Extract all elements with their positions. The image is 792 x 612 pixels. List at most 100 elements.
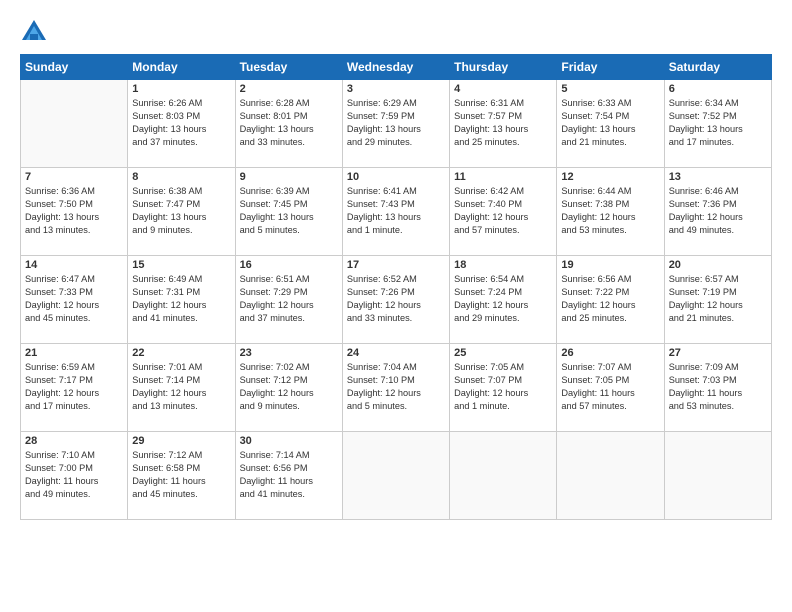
day-number: 21 [25, 347, 123, 359]
page: SundayMondayTuesdayWednesdayThursdayFrid… [0, 0, 792, 612]
day-number: 24 [347, 347, 445, 359]
calendar-cell [21, 80, 128, 168]
day-info: Sunrise: 6:28 AM Sunset: 8:01 PM Dayligh… [240, 97, 338, 149]
day-info: Sunrise: 6:56 AM Sunset: 7:22 PM Dayligh… [561, 273, 659, 325]
day-number: 5 [561, 83, 659, 95]
day-number: 16 [240, 259, 338, 271]
day-info: Sunrise: 6:49 AM Sunset: 7:31 PM Dayligh… [132, 273, 230, 325]
calendar-week-2: 7 Sunrise: 6:36 AM Sunset: 7:50 PM Daylig… [21, 168, 772, 256]
calendar-header-friday: Friday [557, 55, 664, 80]
calendar-cell: 29Sunrise: 7:12 AM Sunset: 6:58 PM Dayli… [128, 432, 235, 520]
day-number: 12 [561, 171, 659, 183]
day-number: 7 [25, 171, 123, 183]
day-number: 17 [347, 259, 445, 271]
calendar-header-sunday: Sunday [21, 55, 128, 80]
day-number: 27 [669, 347, 767, 359]
day-info: Sunrise: 6:42 AM Sunset: 7:40 PM Dayligh… [454, 185, 552, 237]
calendar-week-3: 14 Sunrise: 6:47 AM Sunset: 7:33 PM Dayli… [21, 256, 772, 344]
calendar-cell: 18 Sunrise: 6:54 AM Sunset: 7:24 PM Dayli… [450, 256, 557, 344]
day-info: Sunrise: 6:47 AM Sunset: 7:33 PM Dayligh… [25, 273, 123, 325]
calendar-cell: 28 Sunrise: 7:10 AM Sunset: 7:00 PM Dayli… [21, 432, 128, 520]
day-info: Sunrise: 6:39 AM Sunset: 7:45 PM Dayligh… [240, 185, 338, 237]
calendar-week-5: 28 Sunrise: 7:10 AM Sunset: 7:00 PM Dayli… [21, 432, 772, 520]
day-number: 14 [25, 259, 123, 271]
calendar-cell: 20 Sunrise: 6:57 AM Sunset: 7:19 PM Dayli… [664, 256, 771, 344]
calendar-cell: 6 Sunrise: 6:34 AM Sunset: 7:52 PM Daylig… [664, 80, 771, 168]
day-number: 25 [454, 347, 552, 359]
day-number: 22 [132, 347, 230, 359]
calendar-cell: 19Sunrise: 6:56 AM Sunset: 7:22 PM Dayli… [557, 256, 664, 344]
logo-icon [20, 18, 48, 46]
day-number: 15 [132, 259, 230, 271]
calendar-cell: 22 Sunrise: 7:01 AM Sunset: 7:14 PM Dayli… [128, 344, 235, 432]
day-number: 9 [240, 171, 338, 183]
day-number: 10 [347, 171, 445, 183]
calendar-cell: 9 Sunrise: 6:39 AM Sunset: 7:45 PM Daylig… [235, 168, 342, 256]
day-info: Sunrise: 7:10 AM Sunset: 7:00 PM Dayligh… [25, 449, 123, 501]
calendar-header-thursday: Thursday [450, 55, 557, 80]
day-number: 28 [25, 435, 123, 447]
calendar-cell: 17 Sunrise: 6:52 AM Sunset: 7:26 PM Dayli… [342, 256, 449, 344]
calendar-cell: 10 Sunrise: 6:41 AM Sunset: 7:43 PM Dayli… [342, 168, 449, 256]
day-info: Sunrise: 6:46 AM Sunset: 7:36 PM Dayligh… [669, 185, 767, 237]
calendar-cell: 21 Sunrise: 6:59 AM Sunset: 7:17 PM Dayli… [21, 344, 128, 432]
day-info: Sunrise: 7:02 AM Sunset: 7:12 PM Dayligh… [240, 361, 338, 413]
day-info: Sunrise: 6:41 AM Sunset: 7:43 PM Dayligh… [347, 185, 445, 237]
calendar-cell: 3 Sunrise: 6:29 AM Sunset: 7:59 PM Daylig… [342, 80, 449, 168]
day-number: 23 [240, 347, 338, 359]
day-info: Sunrise: 6:44 AM Sunset: 7:38 PM Dayligh… [561, 185, 659, 237]
calendar-cell [664, 432, 771, 520]
day-number: 4 [454, 83, 552, 95]
day-number: 29 [132, 435, 230, 447]
calendar-cell: 2 Sunrise: 6:28 AM Sunset: 8:01 PM Daylig… [235, 80, 342, 168]
calendar-cell: 16 Sunrise: 6:51 AM Sunset: 7:29 PM Dayli… [235, 256, 342, 344]
day-info: Sunrise: 6:57 AM Sunset: 7:19 PM Dayligh… [669, 273, 767, 325]
calendar-header-monday: Monday [128, 55, 235, 80]
day-number: 3 [347, 83, 445, 95]
day-number: 20 [669, 259, 767, 271]
calendar: SundayMondayTuesdayWednesdayThursdayFrid… [20, 54, 772, 520]
day-info: Sunrise: 7:05 AM Sunset: 7:07 PM Dayligh… [454, 361, 552, 413]
calendar-cell: 30Sunrise: 7:14 AM Sunset: 6:56 PM Dayli… [235, 432, 342, 520]
day-info: Sunrise: 6:51 AM Sunset: 7:29 PM Dayligh… [240, 273, 338, 325]
day-number: 18 [454, 259, 552, 271]
calendar-cell: 27 Sunrise: 7:09 AM Sunset: 7:03 PM Dayli… [664, 344, 771, 432]
calendar-cell [342, 432, 449, 520]
day-info: Sunrise: 7:04 AM Sunset: 7:10 PM Dayligh… [347, 361, 445, 413]
day-info: Sunrise: 7:07 AM Sunset: 7:05 PM Dayligh… [561, 361, 659, 413]
day-info: Sunrise: 7:09 AM Sunset: 7:03 PM Dayligh… [669, 361, 767, 413]
day-info: Sunrise: 6:38 AM Sunset: 7:47 PM Dayligh… [132, 185, 230, 237]
calendar-cell: 25 Sunrise: 7:05 AM Sunset: 7:07 PM Dayli… [450, 344, 557, 432]
calendar-header-tuesday: Tuesday [235, 55, 342, 80]
day-info: Sunrise: 6:26 AM Sunset: 8:03 PM Dayligh… [132, 97, 230, 149]
calendar-cell: 14 Sunrise: 6:47 AM Sunset: 7:33 PM Dayli… [21, 256, 128, 344]
day-info: Sunrise: 6:34 AM Sunset: 7:52 PM Dayligh… [669, 97, 767, 149]
calendar-header-saturday: Saturday [664, 55, 771, 80]
calendar-cell: 23 Sunrise: 7:02 AM Sunset: 7:12 PM Dayli… [235, 344, 342, 432]
calendar-cell: 12 Sunrise: 6:44 AM Sunset: 7:38 PM Dayli… [557, 168, 664, 256]
calendar-cell: 26Sunrise: 7:07 AM Sunset: 7:05 PM Dayli… [557, 344, 664, 432]
calendar-cell: 8 Sunrise: 6:38 AM Sunset: 7:47 PM Daylig… [128, 168, 235, 256]
day-info: Sunrise: 6:54 AM Sunset: 7:24 PM Dayligh… [454, 273, 552, 325]
day-number: 30 [240, 435, 338, 447]
day-number: 11 [454, 171, 552, 183]
calendar-cell: 24 Sunrise: 7:04 AM Sunset: 7:10 PM Dayli… [342, 344, 449, 432]
calendar-week-4: 21 Sunrise: 6:59 AM Sunset: 7:17 PM Dayli… [21, 344, 772, 432]
day-info: Sunrise: 6:31 AM Sunset: 7:57 PM Dayligh… [454, 97, 552, 149]
calendar-cell: 1 Sunrise: 6:26 AM Sunset: 8:03 PM Daylig… [128, 80, 235, 168]
day-info: Sunrise: 7:01 AM Sunset: 7:14 PM Dayligh… [132, 361, 230, 413]
day-info: Sunrise: 6:36 AM Sunset: 7:50 PM Dayligh… [25, 185, 123, 237]
day-info: Sunrise: 6:59 AM Sunset: 7:17 PM Dayligh… [25, 361, 123, 413]
calendar-header-row: SundayMondayTuesdayWednesdayThursdayFrid… [21, 55, 772, 80]
calendar-cell: 7 Sunrise: 6:36 AM Sunset: 7:50 PM Daylig… [21, 168, 128, 256]
calendar-cell [557, 432, 664, 520]
day-number: 6 [669, 83, 767, 95]
day-number: 8 [132, 171, 230, 183]
calendar-header-wednesday: Wednesday [342, 55, 449, 80]
day-info: Sunrise: 6:29 AM Sunset: 7:59 PM Dayligh… [347, 97, 445, 149]
day-number: 1 [132, 83, 230, 95]
day-info: Sunrise: 6:52 AM Sunset: 7:26 PM Dayligh… [347, 273, 445, 325]
day-number: 2 [240, 83, 338, 95]
calendar-cell: 15 Sunrise: 6:49 AM Sunset: 7:31 PM Dayli… [128, 256, 235, 344]
calendar-week-1: 1 Sunrise: 6:26 AM Sunset: 8:03 PM Daylig… [21, 80, 772, 168]
